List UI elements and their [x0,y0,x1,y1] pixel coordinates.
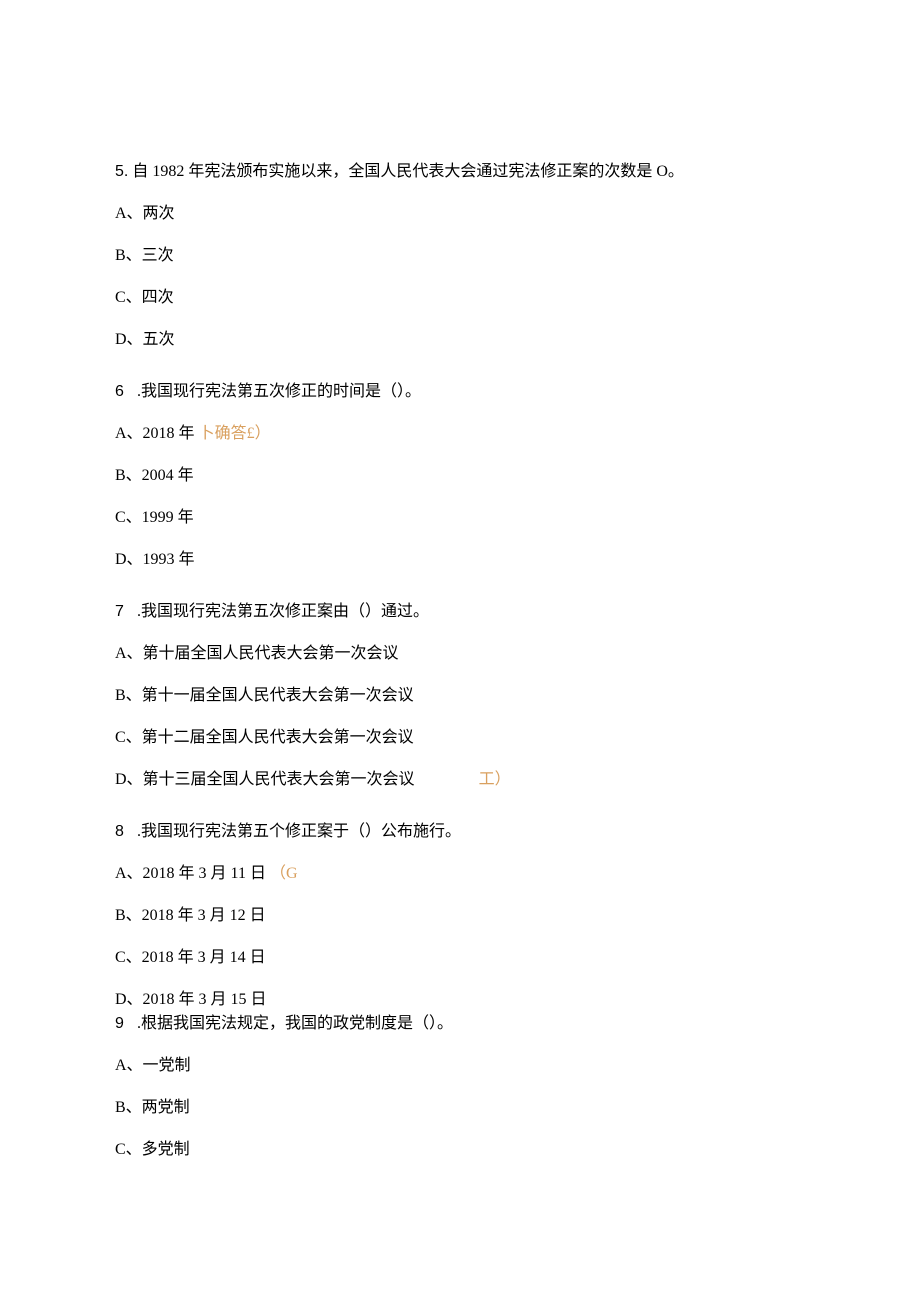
q5-opt-b: B、三次 [115,244,810,268]
q7-text: .我国现行宪法第五次修正案由（）通过。 [133,603,429,620]
q6-text: .我国现行宪法第五次修正的时间是（）。 [133,383,421,400]
q6-num: 6 [115,380,133,404]
question-7: 7 .我国现行宪法第五次修正案由（）通过。 A、第十届全国人民代表大会第一次会议… [115,600,810,792]
q9-opt-a: A、一党制 [115,1054,810,1078]
question-5: 5. 自 1982 年宪法颁布实施以来，全国人民代表大会通过宪法修正案的次数是 … [115,160,810,352]
q8-opt-c: C、2018 年 3 月 14 日 [115,946,810,970]
q7-stem: 7 .我国现行宪法第五次修正案由（）通过。 [115,600,810,624]
question-9: 9 .根据我国宪法规定，我国的政党制度是（）。 A、一党制 B、两党制 C、多党… [115,1012,810,1162]
q6-stem: 6 .我国现行宪法第五次修正的时间是（）。 [115,380,810,404]
q8-opt-d: D、2018 年 3 月 15 日 [115,988,810,1012]
question-8: 8 .我国现行宪法第五个修正案于（）公布施行。 A、2018 年 3 月 11 … [115,820,810,1012]
q6-opt-d: D、1993 年 [115,548,810,572]
q7-opt-d: D、第十三届全国人民代表大会第一次会议 工） [115,768,810,792]
q7-opt-a: A、第十届全国人民代表大会第一次会议 [115,642,810,666]
q7-num: 7 [115,600,133,624]
q8-opt-b: B、2018 年 3 月 12 日 [115,904,810,928]
q8-num: 8 [115,820,133,844]
q5-text: 自 1982 年宪法颁布实施以来，全国人民代表大会通过宪法修正案的次数是 O。 [132,163,684,180]
q9-opt-b: B、两党制 [115,1096,810,1120]
q8-a-text: A、2018 年 3 月 11 日 [115,865,266,882]
q5-opt-d: D、五次 [115,328,810,352]
q7-opt-c: C、第十二届全国人民代表大会第一次会议 [115,726,810,750]
q6-opt-a: A、2018 年 卜确答£） [115,422,810,446]
q5-num: 5. [115,163,128,180]
q9-stem: 9 .根据我国宪法规定，我国的政党制度是（）。 [115,1012,810,1036]
q5-opt-c: C、四次 [115,286,810,310]
question-6: 6 .我国现行宪法第五次修正的时间是（）。 A、2018 年 卜确答£） B、2… [115,380,810,572]
q6-opt-c: C、1999 年 [115,506,810,530]
q7-d-answer-mark: 工） [479,771,511,788]
q9-text: .根据我国宪法规定，我国的政党制度是（）。 [133,1015,453,1032]
q6-a-answer-mark: 卜确答£） [199,425,271,442]
q9-opt-c: C、多党制 [115,1138,810,1162]
q7-d-text: D、第十三届全国人民代表大会第一次会议 [115,771,415,788]
q9-num: 9 [115,1012,133,1036]
q8-opt-a: A、2018 年 3 月 11 日 （G [115,862,810,886]
q8-text: .我国现行宪法第五个修正案于（）公布施行。 [133,823,461,840]
q7-opt-b: B、第十一届全国人民代表大会第一次会议 [115,684,810,708]
q8-stem: 8 .我国现行宪法第五个修正案于（）公布施行。 [115,820,810,844]
q8-a-answer-mark: （G [270,865,298,882]
q5-opt-a: A、两次 [115,202,810,226]
q5-stem: 5. 自 1982 年宪法颁布实施以来，全国人民代表大会通过宪法修正案的次数是 … [115,160,810,184]
q6-a-text: A、2018 年 [115,425,195,442]
q6-opt-b: B、2004 年 [115,464,810,488]
